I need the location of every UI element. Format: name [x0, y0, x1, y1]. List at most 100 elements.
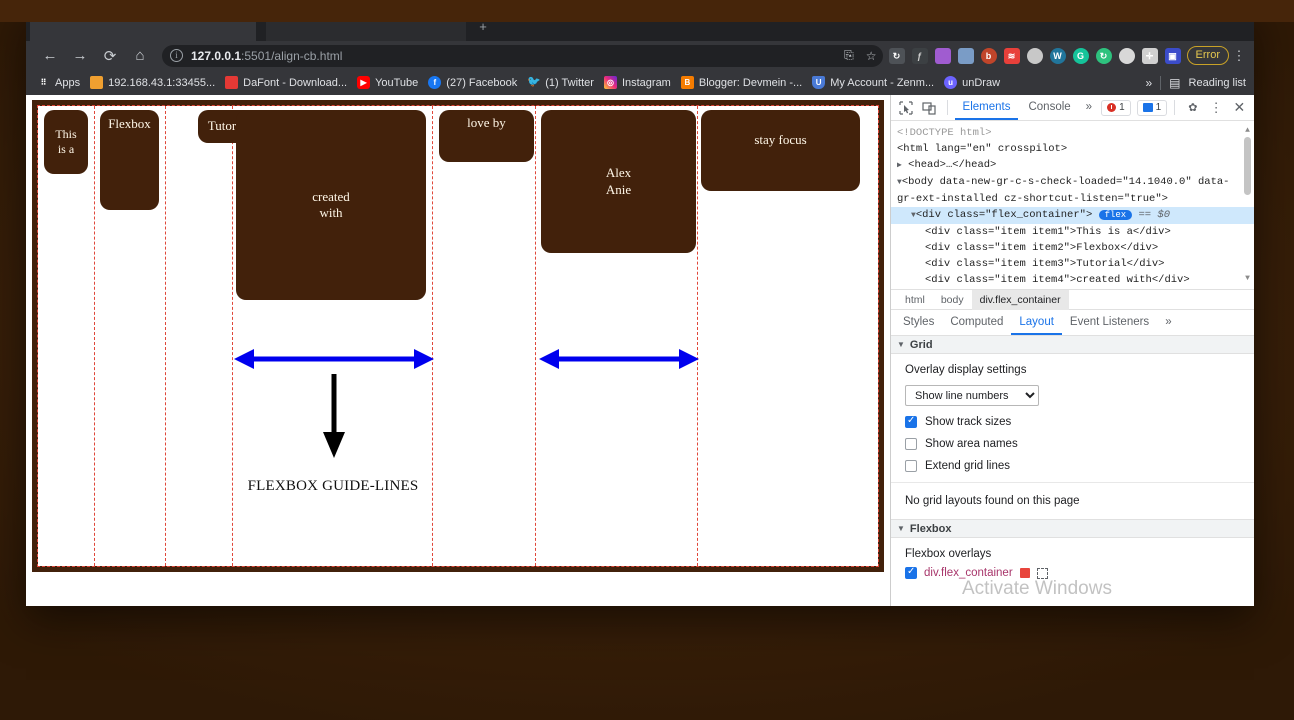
inspect-cursor-icon[interactable] [895, 98, 916, 118]
facebook-icon: f [428, 76, 442, 89]
error-dot-icon [1107, 103, 1117, 112]
gear-icon[interactable]: ✿ [1182, 98, 1203, 118]
window-icon[interactable]: ▣ [1164, 47, 1181, 64]
history-icon[interactable]: ↻ [888, 47, 905, 64]
browser-toolbar: ← → ⟳ ⌂ i 127.0.0.1:5501/align-cb.html ⎘… [26, 41, 1254, 70]
checkbox-show-track-sizes[interactable]: Show track sizes [905, 415, 1240, 428]
breadcrumb-flex-container[interactable]: div.flex_container [971, 289, 1069, 310]
flex-divider [94, 106, 95, 566]
bookmark-label: 192.168.43.1:33455... [108, 76, 216, 89]
color-swatch[interactable] [1019, 568, 1030, 578]
double-headed-horizontal-arrow-left [234, 349, 434, 369]
reading-list-label[interactable]: Reading list [1189, 77, 1246, 89]
puzzle-icon[interactable]: ✛ [1141, 47, 1158, 64]
home-icon[interactable]: ⌂ [126, 42, 154, 70]
flex-badge[interactable]: flex [1098, 210, 1133, 220]
dom-line: <!DOCTYPE html> [897, 127, 992, 139]
devtools-panel: Elements Console » 1 1 ✿ ⋮ ✕ <!DOCTYPE h… [890, 95, 1254, 606]
grid-overlay-settings: Overlay display settings Show line numbe… [891, 354, 1254, 482]
feather-icon[interactable] [934, 47, 951, 64]
checkbox-extend-grid-lines[interactable]: Extend grid lines [905, 460, 1240, 472]
bitwarden-icon[interactable]: b [980, 47, 997, 64]
ghost-icon[interactable] [1026, 47, 1043, 64]
sidebar-more-tabs[interactable]: » [1157, 310, 1179, 335]
font-tool-icon[interactable]: ƒ [911, 47, 928, 64]
message-count-badge[interactable]: 1 [1136, 99, 1168, 116]
reload-icon[interactable]: ⟳ [96, 42, 124, 70]
bookmark-youtube[interactable]: ▶ YouTube [354, 76, 425, 89]
bookmark-label: Apps [55, 76, 81, 89]
bookmark-router[interactable]: 192.168.43.1:33455... [87, 76, 222, 89]
breadcrumb-html[interactable]: html [897, 290, 933, 310]
bookmark-apps[interactable]: ⠿ Apps [34, 76, 87, 89]
checkbox-label: Show area names [925, 438, 1018, 450]
bookmark-undraw[interactable]: u unDraw [941, 76, 1007, 89]
bookmark-star-icon[interactable]: ☆ [866, 49, 877, 63]
site-info-icon[interactable]: i [170, 49, 183, 62]
swirl-icon[interactable] [1118, 47, 1135, 64]
flex-item-2: Flexbox [100, 110, 159, 210]
bookmark-blogger[interactable]: B Blogger: Devmein -... [678, 76, 809, 89]
checkbox-icon[interactable] [905, 438, 917, 450]
bookmark-facebook[interactable]: f (27) Facebook [425, 76, 524, 89]
address-bar[interactable]: i 127.0.0.1:5501/align-cb.html ⎘ ☆ [162, 44, 883, 67]
scrollbar-thumb[interactable] [1244, 137, 1251, 195]
grid-section-title: Grid [909, 338, 933, 351]
grid-section-header[interactable]: ▼ Grid [891, 335, 1254, 354]
refresh-sync-icon[interactable]: ↻ [1095, 47, 1112, 64]
flex-item-text: stay focus [754, 132, 807, 147]
checkbox-show-area-names[interactable]: Show area names [905, 438, 1240, 450]
tab-layout[interactable]: Layout [1011, 310, 1062, 335]
screenshot-icon[interactable] [957, 47, 974, 64]
bookmark-dafont[interactable]: DaFont - Download... [222, 76, 354, 89]
bookmark-label: Instagram [621, 76, 671, 89]
expand-triangle-icon[interactable]: ▶ [897, 161, 902, 170]
tab-event-listeners[interactable]: Event Listeners [1062, 310, 1157, 335]
back-arrow-icon[interactable]: ← [36, 42, 64, 70]
checkbox-label: Show track sizes [925, 416, 1012, 428]
tab-elements[interactable]: Elements [954, 95, 1019, 120]
bookmark-label: Blogger: Devmein -... [698, 76, 803, 89]
scroll-down-icon[interactable]: ▼ [1243, 271, 1252, 287]
error-button[interactable]: Error [1186, 46, 1229, 65]
tab-computed[interactable]: Computed [942, 310, 1011, 335]
flex-item-text: with [319, 205, 343, 220]
flexbox-section-header[interactable]: ▼ Flexbox [891, 519, 1254, 538]
devtools-more-tabs[interactable]: » [1081, 95, 1097, 120]
new-tab-button[interactable]: + [476, 20, 490, 34]
grammarly-icon[interactable]: G [1072, 47, 1089, 64]
bookmark-instagram[interactable]: ◎ Instagram [601, 76, 678, 89]
browser-menu-icon[interactable]: ⋮ [1230, 49, 1248, 62]
flex-item-text: Flexbox [108, 116, 151, 131]
instagram-icon: ◎ [603, 76, 617, 89]
checkbox-icon[interactable] [905, 566, 917, 579]
device-toggle-icon[interactable] [918, 98, 939, 118]
overlay-display-select[interactable]: Show line numbers [905, 385, 1039, 406]
page-body-frame: This is a Flexbox Tutorial created with lo [32, 100, 884, 572]
tab-styles[interactable]: Styles [895, 310, 942, 335]
close-icon[interactable]: ✕ [1229, 98, 1250, 118]
checkbox-icon[interactable] [905, 415, 917, 428]
flex-divider [697, 106, 698, 566]
dom-line[interactable]: ▼<body data-new-gr-c-s-check-loaded="14.… [897, 174, 1248, 207]
error-count-badge[interactable]: 1 [1101, 99, 1131, 116]
reading-mode-icon[interactable]: ⎘ [844, 48, 854, 63]
overlay-picker-icon[interactable] [1036, 567, 1048, 579]
stacks-icon[interactable]: ≋ [1003, 47, 1020, 64]
dom-line-selected[interactable]: ▼<div class="flex_container"> flex == $0 [891, 207, 1254, 224]
forward-arrow-icon[interactable]: → [66, 42, 94, 70]
dom-tree-scrollbar[interactable]: ▲ ▼ [1243, 123, 1252, 287]
bookmark-myaccount[interactable]: U My Account - Zenm... [809, 76, 941, 89]
flex-item-text: Alex [605, 165, 632, 181]
dom-line[interactable]: ▶ <head>…</head> [897, 157, 1248, 174]
checkbox-icon[interactable] [905, 460, 917, 472]
kebab-icon[interactable]: ⋮ [1205, 98, 1226, 118]
flex-divider [165, 106, 166, 566]
breadcrumb-body[interactable]: body [933, 290, 972, 310]
bookmark-twitter[interactable]: 🐦 (1) Twitter [524, 76, 601, 89]
bookmarks-overflow-icon[interactable]: » [1145, 76, 1152, 90]
double-headed-horizontal-arrow-right [539, 349, 699, 369]
wordpress-icon[interactable]: W [1049, 47, 1066, 64]
tab-console[interactable]: Console [1020, 95, 1078, 120]
dom-tree[interactable]: <!DOCTYPE html> <html lang="en" crosspil… [891, 121, 1254, 289]
